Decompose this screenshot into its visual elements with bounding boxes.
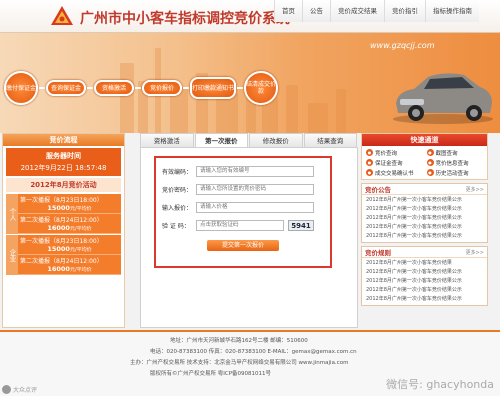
quick-access-title: 快速通道 bbox=[362, 134, 487, 146]
bullet-icon: ● bbox=[426, 159, 434, 166]
step-check-deposit: 查询保证金 bbox=[46, 80, 86, 96]
header: 广州市中小客车指标调控竞价系统 首页 公告 竞价成交结果 竞价指引 指标操作指南 bbox=[0, 0, 500, 33]
group-company: 企业 第一次播报（8月23日18:00） 15000元/平均价 第二次播报（8月… bbox=[6, 235, 121, 275]
watermark-icon bbox=[2, 385, 11, 394]
list-item[interactable]: 2012年8月广州第一次小客车竞价结果公示 bbox=[366, 205, 483, 214]
quick-link-deposit-query[interactable]: ● 保证金查询 bbox=[366, 158, 423, 167]
list-item[interactable]: 2012年8月广州第一次小客车竞价结果公示 bbox=[366, 214, 483, 223]
watermark-left: 大众点评 bbox=[2, 385, 37, 394]
price-label: 输入报价： bbox=[162, 204, 193, 212]
watermark: 微信号: ghacyhonda bbox=[340, 372, 500, 396]
rules-title: 竞价规则 bbox=[365, 249, 391, 257]
list-item[interactable]: 2012年8月广州第一次小客车竞价结果公示 bbox=[366, 268, 483, 277]
list-item[interactable]: 2012年8月广州第一次小客车竞价结果公示 bbox=[366, 286, 483, 295]
event-item: 第一次播报（8月23日18:00） 15000元/平均价 bbox=[18, 194, 121, 214]
notice-title: 竞价公告 bbox=[365, 186, 391, 194]
captcha-image[interactable]: 5941 bbox=[288, 219, 314, 231]
site-title: 广州市中小客车指标调控竞价系统 bbox=[80, 11, 290, 27]
nav-guide[interactable]: 竞价指引 bbox=[384, 0, 425, 22]
list-item[interactable]: 2012年8月广州第一次小客车竞价结果公示 bbox=[366, 196, 483, 205]
banner-url: www.gzqcjj.com bbox=[370, 41, 435, 50]
step-print-notice: 打印缴款通知书 bbox=[190, 77, 236, 99]
bullet-icon: ● bbox=[366, 149, 373, 156]
step-settle: 结清成交价款 bbox=[244, 71, 278, 105]
password-label: 竞价密码： bbox=[162, 186, 193, 194]
captcha-input[interactable] bbox=[196, 219, 284, 231]
nav-home[interactable]: 首页 bbox=[274, 0, 302, 22]
event-item: 第二次播报（8月24日12:00） 16000元/平均价 bbox=[18, 255, 121, 275]
footer-address: 地址：广州市天河新城华石路162号二楼 邮编：510600 bbox=[170, 338, 308, 344]
car-icon bbox=[393, 73, 493, 124]
server-time-label: 服务器时间 bbox=[46, 152, 81, 160]
password-input[interactable] bbox=[196, 183, 314, 195]
list-item[interactable]: 2012年8月广州第一次小客车竞价结果公示 bbox=[366, 223, 483, 232]
tab-content: 有效编码： 竞价密码： 输入报价： 验 证 码： 5941 提交第一次报价 bbox=[140, 147, 358, 328]
quick-link-history[interactable]: ● 历史活动查询 bbox=[426, 168, 484, 177]
quick-access: 快速通道 ● 竞价查询 ● 截图查询 ● 保证金查询 ● 竞价信息查询 ● 成交交易确认书… bbox=[361, 133, 488, 180]
server-time: 2012年9月22日 18:57:48 bbox=[20, 164, 107, 172]
footer-copyright: 版权所有©广州产权交易所 粤ICP备09081011号 bbox=[150, 371, 272, 377]
process-steps: 缴付保证金 查询保证金 资格激活 竞价报价 打印缴款通知书 结清成交价款 bbox=[4, 71, 278, 105]
activity-title: 2012年8月竞价活动 bbox=[6, 178, 121, 192]
tab-modify-bid[interactable]: 修改报价 bbox=[249, 133, 303, 147]
bullet-icon: ● bbox=[426, 149, 434, 156]
nav-results[interactable]: 竞价成交结果 bbox=[330, 0, 384, 22]
price-input[interactable] bbox=[196, 201, 314, 213]
quick-link-bid-query[interactable]: ● 竞价查询 bbox=[366, 148, 423, 157]
step-pay-deposit: 缴付保证金 bbox=[4, 71, 38, 105]
footer: 地址：广州市天河新城华石路162号二楼 邮编：510600 电话：020-873… bbox=[0, 330, 500, 396]
group-personal: 个人 第一次播报（8月23日18:00） 15000元/平均价 第二次播报（8月… bbox=[6, 194, 121, 234]
rules-panel: 竞价规则 更多>> 2012年8月广州第一次小客车竞价结果 2012年8月广州第一… bbox=[361, 246, 488, 306]
group-tab-company: 企业 bbox=[6, 235, 18, 275]
event-item: 第二次播报（8月24日12:00） 16000元/平均价 bbox=[18, 214, 121, 234]
code-input[interactable] bbox=[196, 165, 314, 177]
notice-panel: 竞价公告 更多>> 2012年8月广州第一次小客车竞价结果公示 2012年8月广州… bbox=[361, 183, 488, 243]
tab-first-bid[interactable]: 第一次报价 bbox=[194, 133, 248, 147]
left-panel: 竞价流程 服务器时间 2012年9月22日 18:57:48 2012年8月竞价… bbox=[2, 133, 125, 328]
quick-link-screenshot-query[interactable]: ● 截图查询 bbox=[426, 148, 484, 157]
process-title: 竞价流程 bbox=[3, 134, 124, 146]
bid-form: 有效编码： 竞价密码： 输入报价： 验 证 码： 5941 提交第一次报价 bbox=[154, 156, 332, 268]
group-tab-personal: 个人 bbox=[6, 194, 18, 234]
center-panel: 资格激活 第一次报价 修改报价 结果查询 有效编码： 竞价密码： 输入报价： bbox=[140, 133, 358, 328]
list-item[interactable]: 2012年8月广州第一次小客车竞价结果公示 bbox=[366, 277, 483, 286]
bullet-icon: ● bbox=[366, 169, 373, 176]
list-item[interactable]: 2012年8月广州第一次小客车竞价结果公示 bbox=[366, 295, 483, 304]
footer-phone: 电话：020-87383100 传真：020-87383100 E-MAIL：g… bbox=[150, 349, 357, 355]
top-nav: 首页 公告 竞价成交结果 竞价指引 指标操作指南 bbox=[274, 0, 479, 22]
list-item[interactable]: 2012年8月广州第一次小客车竞价结果 bbox=[366, 259, 483, 268]
submit-first-bid-button[interactable]: 提交第一次报价 bbox=[207, 240, 279, 251]
page: 广州市中小客车指标调控竞价系统 首页 公告 竞价成交结果 竞价指引 指标操作指南… bbox=[0, 0, 500, 396]
event-item: 第一次播报（8月23日18:00） 15000元/平均价 bbox=[18, 235, 121, 255]
right-panel: 快速通道 ● 竞价查询 ● 截图查询 ● 保证金查询 ● 竞价信息查询 ● 成交交易确认书… bbox=[361, 133, 488, 328]
step-activate: 资格激活 bbox=[94, 80, 134, 96]
tab-activate[interactable]: 资格激活 bbox=[140, 133, 194, 147]
quick-link-confirmation[interactable]: ● 成交交易确认书 bbox=[366, 168, 423, 177]
notice-more-link[interactable]: 更多>> bbox=[466, 186, 484, 193]
list-item[interactable]: 2012年8月广州第一次小客车竞价结果公示 bbox=[366, 232, 483, 241]
captcha-label: 验 证 码： bbox=[162, 222, 190, 230]
server-time-box: 服务器时间 2012年9月22日 18:57:48 bbox=[6, 148, 121, 176]
footer-host: 主办：广州产权交易所 技术支持：北京金马甲产权网络交易有限公司 www.jinm… bbox=[130, 360, 349, 366]
nav-notice[interactable]: 公告 bbox=[302, 0, 330, 22]
bullet-icon: ● bbox=[426, 169, 434, 176]
tab-result-query[interactable]: 结果查询 bbox=[303, 133, 357, 147]
logo-icon bbox=[51, 6, 73, 25]
bullet-icon: ● bbox=[366, 159, 373, 166]
step-bid: 竞价报价 bbox=[142, 80, 182, 96]
tab-bar: 资格激活 第一次报价 修改报价 结果查询 bbox=[140, 133, 358, 147]
nav-operation-guide[interactable]: 指标操作指南 bbox=[425, 0, 479, 22]
quick-link-info-query[interactable]: ● 竞价信息查询 bbox=[426, 158, 484, 167]
code-label: 有效编码： bbox=[162, 168, 193, 176]
banner: www.gzqcjj.com 缴付保证金 查询保证金 资格激活 竞价报价 打印缴… bbox=[0, 33, 500, 133]
watermark-text: 微信号: ghacyhonda bbox=[386, 378, 494, 391]
rules-more-link[interactable]: 更多>> bbox=[466, 249, 484, 256]
